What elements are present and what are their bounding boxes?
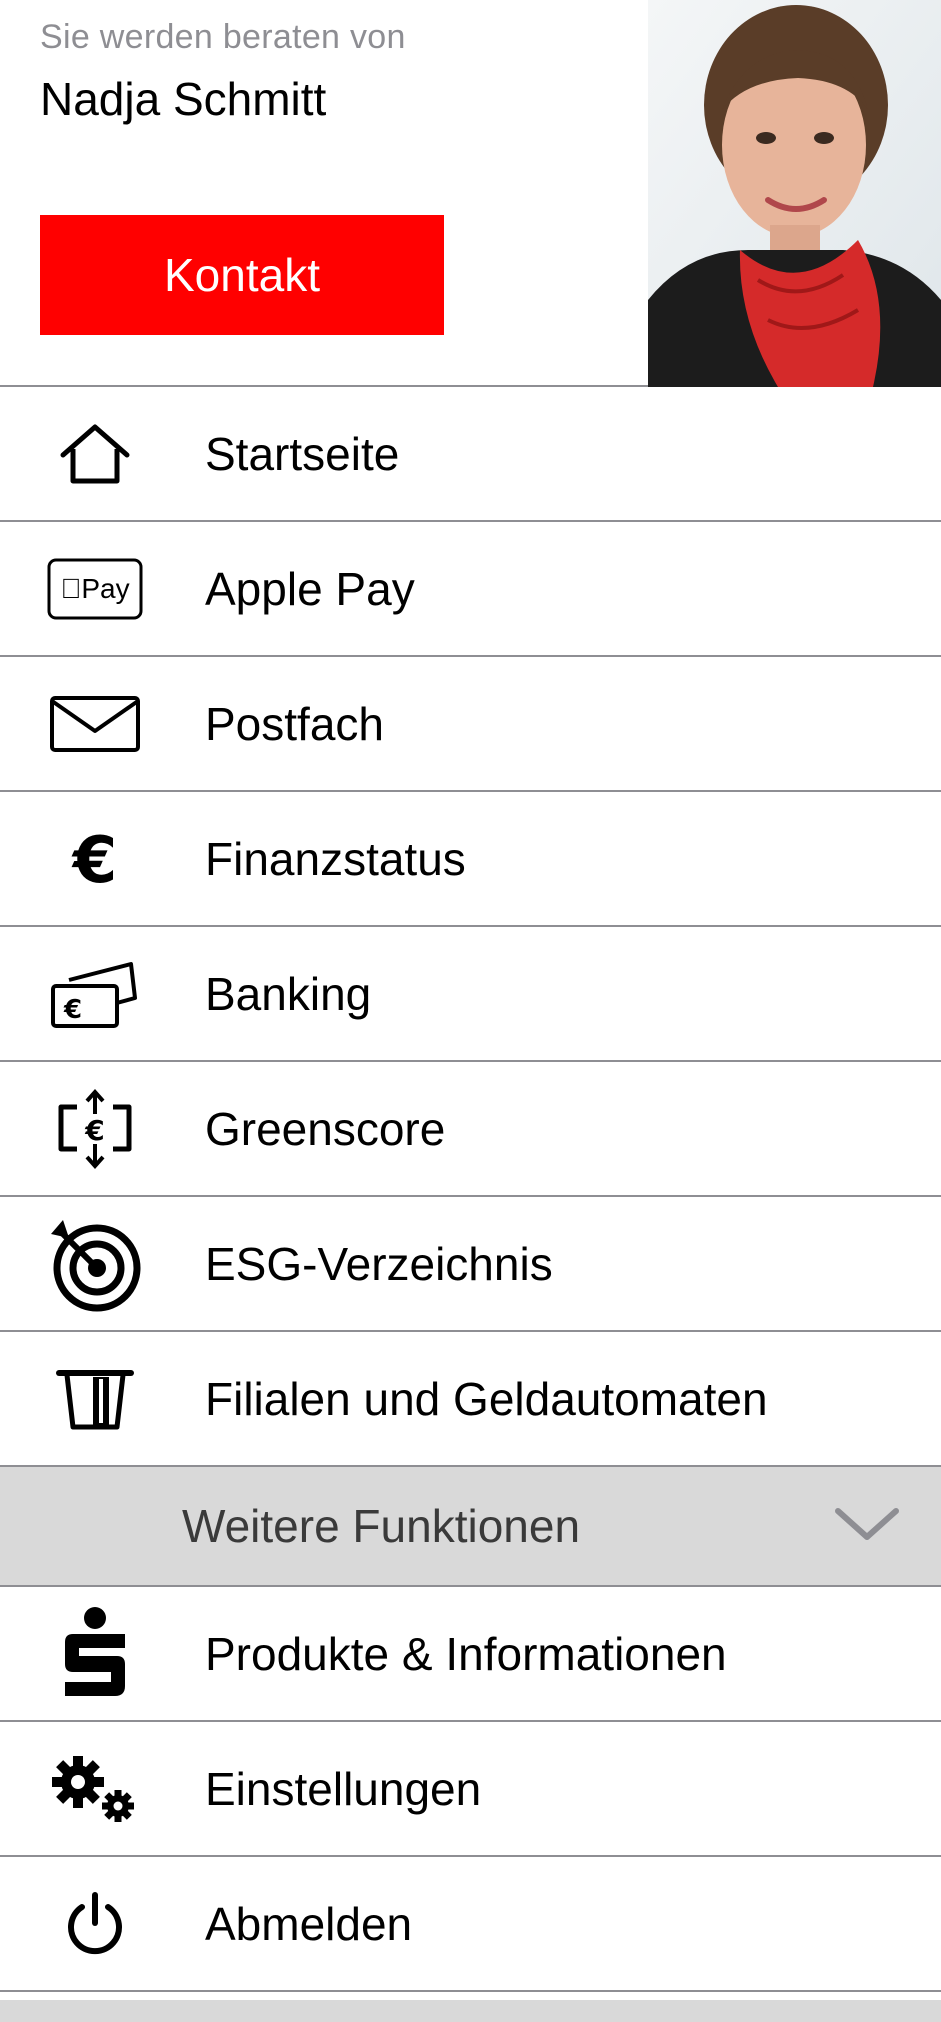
sparkasse-logo-icon — [40, 1606, 150, 1696]
euro-transfer-icon: € — [40, 1088, 150, 1169]
contact-button[interactable]: Kontakt — [40, 215, 444, 335]
side-menu-screen: Sie werden beraten von Nadja Schmitt Kon… — [0, 0, 941, 2022]
apple-pay-icon: Pay — [40, 549, 150, 629]
advisor-caption: Sie werden beraten von — [40, 18, 406, 56]
menu-item-abmelden[interactable]: Abmelden — [0, 1857, 941, 1992]
menu-item-postfach[interactable]: Postfach — [0, 657, 941, 792]
menu-item-label: Postfach — [205, 697, 384, 750]
chevron-down-icon — [834, 1505, 900, 1550]
menu-item-filialen[interactable]: Filialen und Geldautomaten — [0, 1332, 941, 1467]
advisor-header: Sie werden beraten von Nadja Schmitt Kon… — [0, 0, 941, 387]
target-icon — [40, 1219, 150, 1311]
svg-text:€: € — [84, 1114, 104, 1147]
extra-menu: Produkte & Informationen Einstellungen A… — [0, 1587, 941, 1992]
menu-item-produkte[interactable]: Produkte & Informationen — [0, 1587, 941, 1722]
menu-item-label: Abmelden — [205, 1897, 413, 1950]
menu-item-label: Apple Pay — [205, 562, 415, 615]
menu-item-label: Finanzstatus — [205, 832, 466, 885]
atm-icon — [40, 1359, 150, 1439]
menu-item-label: Einstellungen — [205, 1762, 482, 1815]
advisor-name: Nadja Schmitt — [40, 73, 327, 125]
menu-item-banking[interactable]: € Banking — [0, 927, 941, 1062]
gears-icon — [40, 1749, 150, 1829]
menu-item-label: Greenscore — [205, 1102, 446, 1155]
menu-item-startseite[interactable]: Startseite — [0, 387, 941, 522]
home-icon — [40, 414, 150, 494]
main-menu: Startseite Pay Apple Pay — [0, 387, 941, 1467]
menu-item-finanzstatus[interactable]: € Finanzstatus — [0, 792, 941, 927]
menu-item-label: Banking — [205, 967, 372, 1020]
menu-item-einstellungen[interactable]: Einstellungen — [0, 1722, 941, 1857]
menu-item-label: Startseite — [205, 427, 400, 480]
more-functions-toggle[interactable]: Weitere Funktionen — [0, 1467, 941, 1587]
apple-pay-icon-text: Pay — [60, 573, 129, 604]
navigation-drawer: Sie werden beraten von Nadja Schmitt Kon… — [0, 0, 941, 2000]
euro-icon: € — [40, 819, 150, 899]
envelope-icon — [40, 684, 150, 764]
menu-item-apple-pay[interactable]: Pay Apple Pay — [0, 522, 941, 657]
power-icon — [40, 1884, 150, 1964]
menu-item-label: Produkte & Informationen — [205, 1627, 727, 1680]
menu-item-greenscore[interactable]: € Greenscore — [0, 1062, 941, 1197]
banknotes-icon: € — [40, 954, 150, 1034]
advisor-photo — [648, 0, 941, 387]
menu-item-label: ESG-Verzeichnis — [205, 1237, 553, 1290]
menu-item-label: Filialen und Geldautomaten — [205, 1372, 768, 1425]
svg-text:€: € — [63, 995, 82, 1025]
euro-icon-text: € — [71, 824, 118, 894]
more-functions-label: Weitere Funktionen — [182, 1500, 581, 1552]
menu-item-esg-verzeichnis[interactable]: ESG-Verzeichnis — [0, 1197, 941, 1332]
